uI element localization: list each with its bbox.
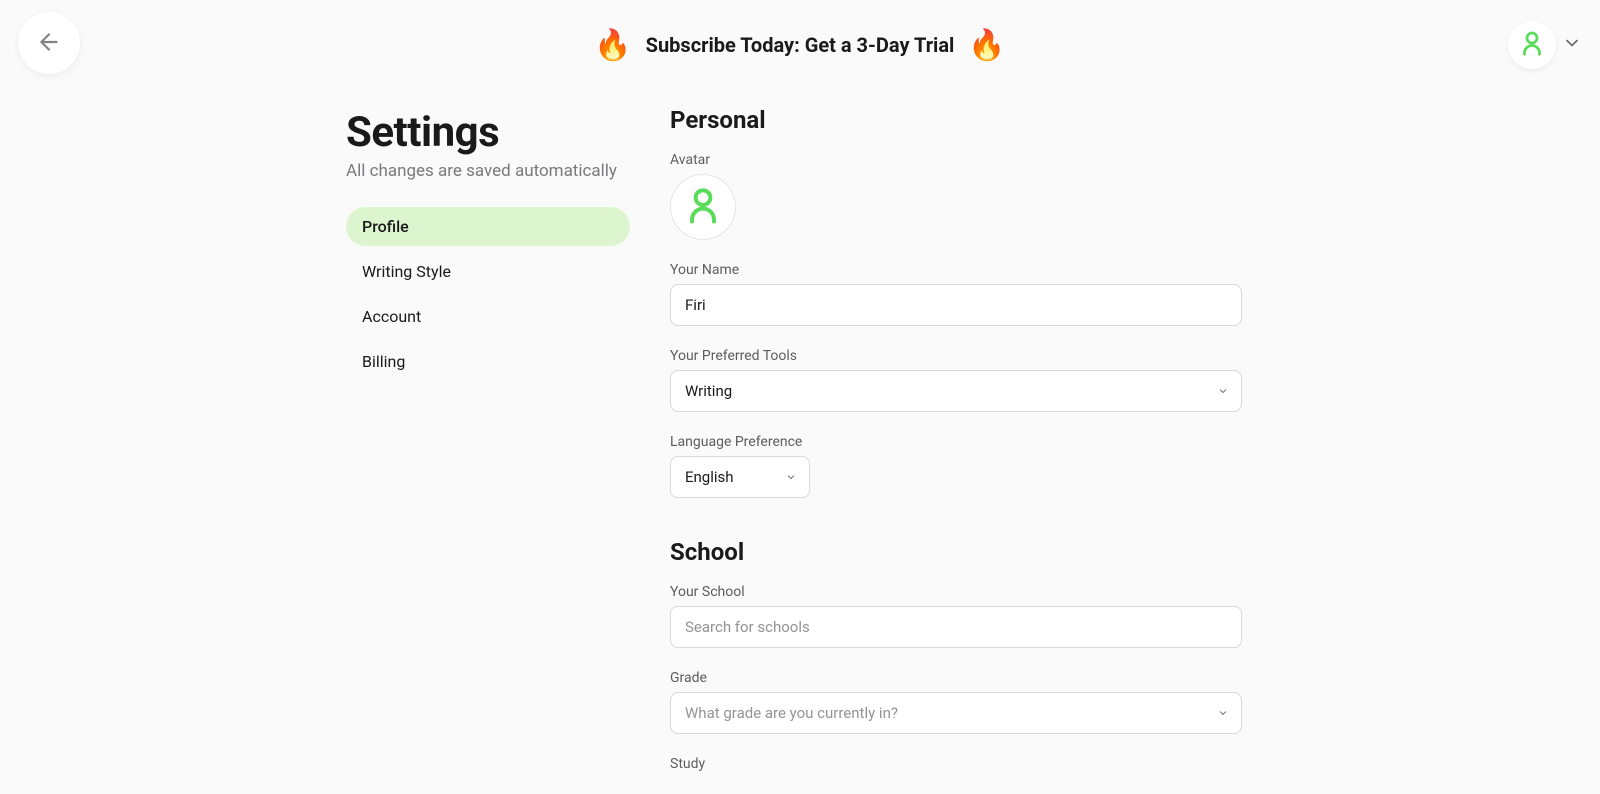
tools-label: Your Preferred Tools [670, 348, 1242, 364]
school-label: Your School [670, 584, 1242, 600]
name-input[interactable] [670, 284, 1242, 326]
nav-item-writing-style[interactable]: Writing Style [346, 252, 630, 291]
name-label: Your Name [670, 262, 1242, 278]
avatar-label: Avatar [670, 152, 1242, 168]
fire-icon: 🔥 [968, 28, 1005, 63]
chevron-down-icon [1562, 33, 1582, 57]
section-heading-personal: Personal [670, 106, 1242, 134]
nav-item-billing[interactable]: Billing [346, 342, 630, 381]
back-button[interactable] [18, 12, 80, 74]
grade-label: Grade [670, 670, 1242, 686]
tools-select[interactable]: Writing [670, 370, 1242, 412]
nav-item-profile[interactable]: Profile [346, 207, 630, 246]
user-menu[interactable] [1508, 21, 1582, 69]
arrow-left-icon [36, 29, 62, 58]
page-title: Settings [346, 108, 630, 157]
banner-text: Subscribe Today: Get a 3-Day Trial [646, 33, 955, 57]
section-heading-school: School [670, 538, 1242, 566]
subscribe-banner[interactable]: 🔥 Subscribe Today: Get a 3-Day Trial 🔥 [594, 28, 1005, 63]
user-icon [1517, 28, 1547, 62]
nav-item-account[interactable]: Account [346, 297, 630, 336]
language-select[interactable]: English [670, 456, 810, 498]
fire-icon: 🔥 [594, 28, 631, 63]
page-subtitle: All changes are saved automatically [346, 161, 630, 181]
avatar-picker[interactable] [670, 174, 736, 240]
study-label: Study [670, 756, 1242, 772]
school-input[interactable] [670, 606, 1242, 648]
grade-select[interactable]: What grade are you currently in? [670, 692, 1242, 734]
avatar [1508, 21, 1556, 69]
user-icon [681, 183, 725, 231]
language-label: Language Preference [670, 434, 1242, 450]
